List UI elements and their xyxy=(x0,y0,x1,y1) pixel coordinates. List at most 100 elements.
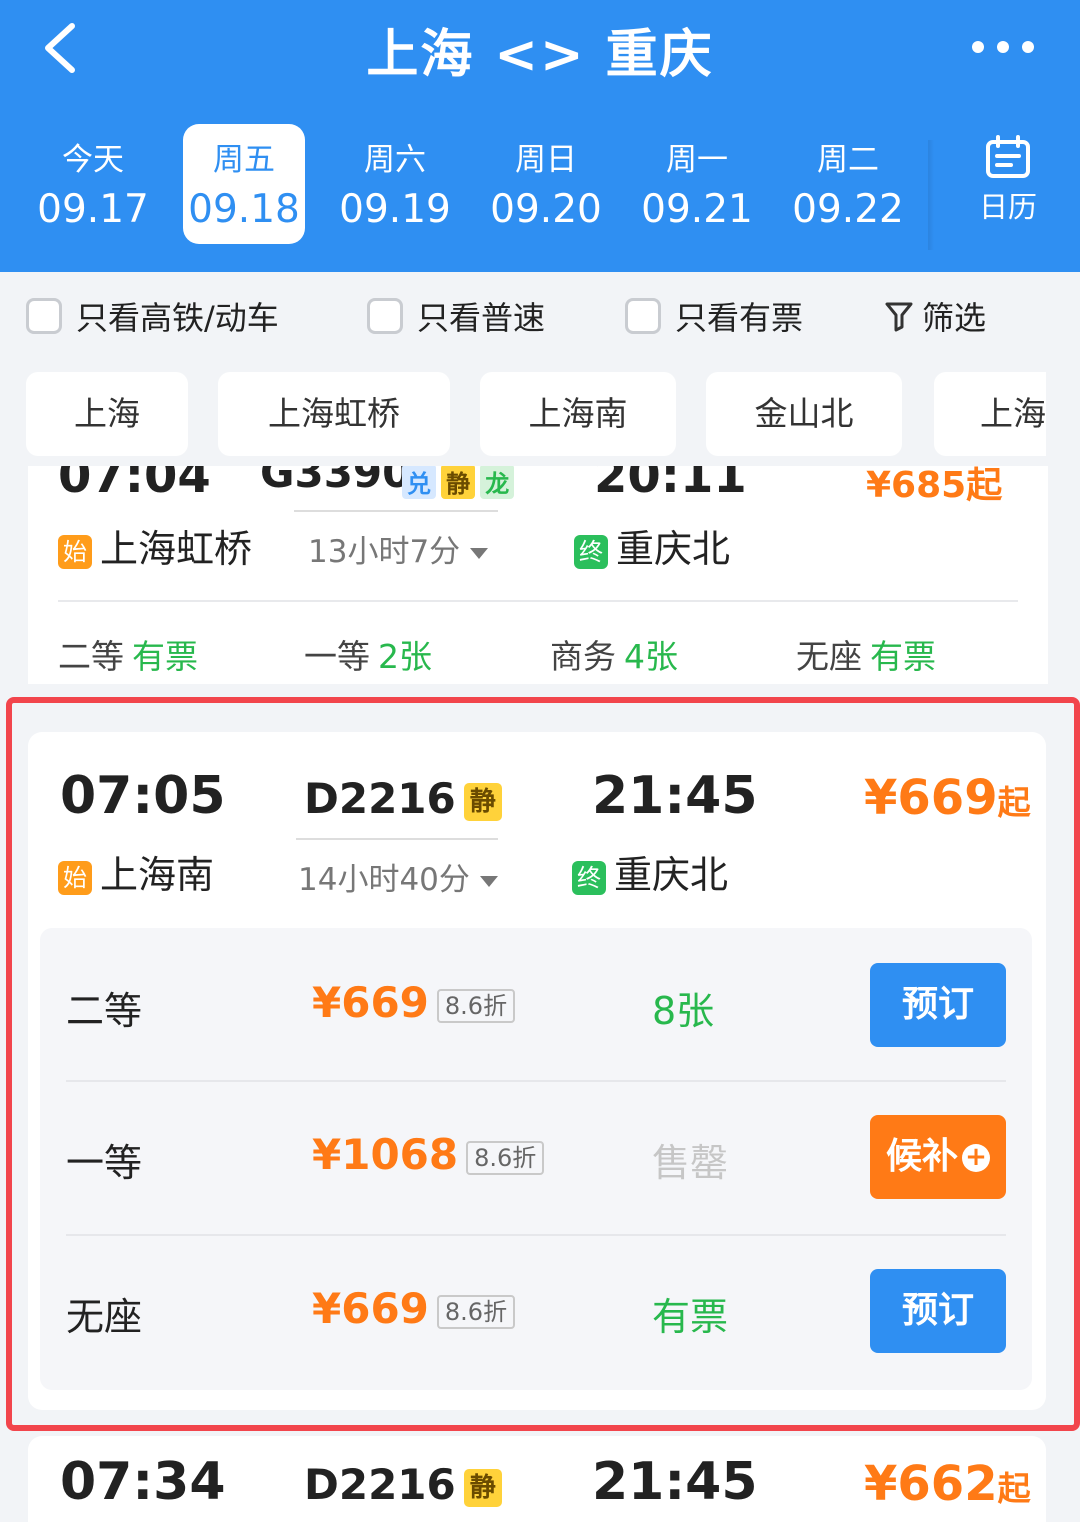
depart-time: 07:34 xyxy=(60,1452,226,1512)
date-tab-date: 09.20 xyxy=(490,187,602,232)
chevron-down-icon xyxy=(479,876,498,887)
train-number-text: D2216 xyxy=(304,774,456,823)
end-tag: 终 xyxy=(572,860,606,895)
train-number-text: D2216 xyxy=(304,1460,456,1509)
to-station-name: 重庆北 xyxy=(616,527,731,571)
from-station-name: 上海虹桥 xyxy=(100,527,253,571)
filter-label: 只看高铁/动车 xyxy=(76,299,279,337)
seat-class: 无座 xyxy=(66,1295,143,1339)
seat-summary: 商务 4张 xyxy=(550,630,678,678)
discount-badge: 8.6折 xyxy=(436,988,516,1023)
to-station-name: 重庆北 xyxy=(614,853,729,897)
date-tab-sat[interactable]: 周六 09.19 xyxy=(334,124,456,244)
depart-time: 07:04 xyxy=(58,466,211,504)
duration[interactable]: 14小时40分 xyxy=(298,854,498,899)
seat-summary: 二等 有票 xyxy=(58,630,198,678)
price-value: ¥662 xyxy=(864,1456,998,1512)
filter-high-speed[interactable]: 只看高铁/动车 xyxy=(26,294,279,338)
calendar-label: 日历 xyxy=(978,190,1037,224)
date-tab-dow: 周五 xyxy=(213,142,275,178)
waitlist-label: 候补 xyxy=(885,1136,958,1177)
station-chip-shanghai-2[interactable]: 上海 xyxy=(934,372,1046,456)
filter-has-ticket[interactable]: 只看有票 xyxy=(625,294,803,338)
checkbox-icon[interactable] xyxy=(367,298,403,334)
seat-status: 售罄 xyxy=(652,1141,729,1185)
seat-class: 一等 xyxy=(304,637,370,676)
divider xyxy=(58,600,1018,602)
duration-line xyxy=(296,838,498,840)
train-number: G3390 xyxy=(260,466,412,497)
header-bar: 上海 <> 重庆 今天 09.17 周五 09.18 周六 09.19 周日 0… xyxy=(0,0,1080,272)
seat-summary: 无座 有票 xyxy=(796,630,936,678)
calendar-divider xyxy=(928,140,934,250)
seat-row: 无座 ¥669 8.6折 有票 预订 xyxy=(40,1236,1032,1390)
seat-row: 一等 ¥1068 8.6折 售罄 候补 + xyxy=(40,1082,1032,1236)
date-tab-today[interactable]: 今天 09.17 xyxy=(32,124,154,244)
train-number: D2216 静 xyxy=(304,1460,502,1509)
price-from: ¥669起 xyxy=(864,770,1031,826)
filter-label: 筛选 xyxy=(922,299,987,337)
station-chip-shanghai[interactable]: 上海 xyxy=(26,372,188,456)
arrive-time: 21:45 xyxy=(592,1452,758,1512)
duration-text: 13小时7分 xyxy=(308,534,461,570)
to-station: 终重庆北 xyxy=(572,844,728,899)
filter-button[interactable]: 筛选 xyxy=(884,294,986,338)
seat-status: 2张 xyxy=(378,637,432,676)
seat-status: 有票 xyxy=(132,637,198,676)
arrive-time: 20:11 xyxy=(594,466,747,504)
price-value: ¥669 xyxy=(864,770,998,826)
plus-icon: + xyxy=(962,1144,990,1172)
duration[interactable]: 13小时7分 xyxy=(308,526,489,571)
to-station: 终重庆北 xyxy=(574,518,730,573)
train-card[interactable]: 07:04 G3390 兑 静 龙 20:11 ¥685起 始上海虹桥 13小时… xyxy=(28,466,1048,684)
from-station-name: 上海南 xyxy=(100,853,215,897)
calendar-icon xyxy=(986,135,1030,178)
funnel-icon xyxy=(885,302,913,332)
date-tab-mon[interactable]: 周一 09.21 xyxy=(636,124,758,244)
depart-time: 07:05 xyxy=(60,766,226,826)
date-tab-fri[interactable]: 周五 09.18 xyxy=(183,124,305,244)
seat-status: 有票 xyxy=(652,1295,729,1339)
from-station: 始上海虹桥 xyxy=(58,518,252,573)
filter-label: 只看普速 xyxy=(417,299,546,337)
seat-class: 二等 xyxy=(66,989,143,1033)
quiet-badge: 静 xyxy=(463,782,502,821)
book-button[interactable]: 预订 xyxy=(870,1269,1006,1353)
date-tab-date: 09.22 xyxy=(792,187,904,232)
checkbox-icon[interactable] xyxy=(625,298,661,334)
date-tab-date: 09.17 xyxy=(37,187,149,232)
date-tab-tue[interactable]: 周二 09.22 xyxy=(787,124,909,244)
waitlist-button[interactable]: 候补 + xyxy=(870,1115,1006,1199)
book-button[interactable]: 预订 xyxy=(870,963,1006,1047)
seat-panel: 二等 ¥669 8.6折 8张 预订 一等 ¥1068 8.6折 售罄 候补 + 无座… xyxy=(40,928,1032,1390)
duration-line xyxy=(294,510,498,512)
more-icon[interactable] xyxy=(972,36,1034,58)
date-tab-dow: 周日 xyxy=(515,142,577,178)
badge-quiet: 静 xyxy=(441,466,476,499)
price-suffix: 起 xyxy=(997,783,1031,822)
quiet-badge: 静 xyxy=(463,1468,502,1507)
from-station: 始上海南 xyxy=(58,844,214,899)
date-tab-dow: 周二 xyxy=(817,142,879,178)
date-tab-dow: 今天 xyxy=(62,142,124,178)
date-tab-date: 09.18 xyxy=(188,187,300,232)
chevron-down-icon xyxy=(470,548,489,559)
filter-normal[interactable]: 只看普速 xyxy=(367,294,545,338)
end-tag: 终 xyxy=(574,534,608,569)
station-chip-hongqiao[interactable]: 上海虹桥 xyxy=(218,372,450,456)
seat-status: 有票 xyxy=(870,637,936,676)
badge-dui: 兑 xyxy=(402,466,436,499)
date-tab-dow: 周六 xyxy=(364,142,426,178)
seat-summary: 一等 2张 xyxy=(304,630,432,678)
date-tab-dow: 周一 xyxy=(666,142,728,178)
date-tab-sun[interactable]: 周日 09.20 xyxy=(485,124,607,244)
date-tab-date: 09.19 xyxy=(339,187,451,232)
seat-price: ¥669 8.6折 xyxy=(312,1284,516,1333)
station-chip-jinshan-north[interactable]: 金山北 xyxy=(706,372,902,456)
station-chip-shanghai-south[interactable]: 上海南 xyxy=(480,372,676,456)
filter-bar: 只看高铁/动车 只看普速 只看有票 筛选 xyxy=(0,272,1080,362)
seat-price: ¥1068 8.6折 xyxy=(312,1130,545,1179)
price-from: ¥662起 xyxy=(864,1456,1031,1512)
calendar-button[interactable]: 日历 xyxy=(966,134,1050,234)
checkbox-icon[interactable] xyxy=(26,298,62,334)
